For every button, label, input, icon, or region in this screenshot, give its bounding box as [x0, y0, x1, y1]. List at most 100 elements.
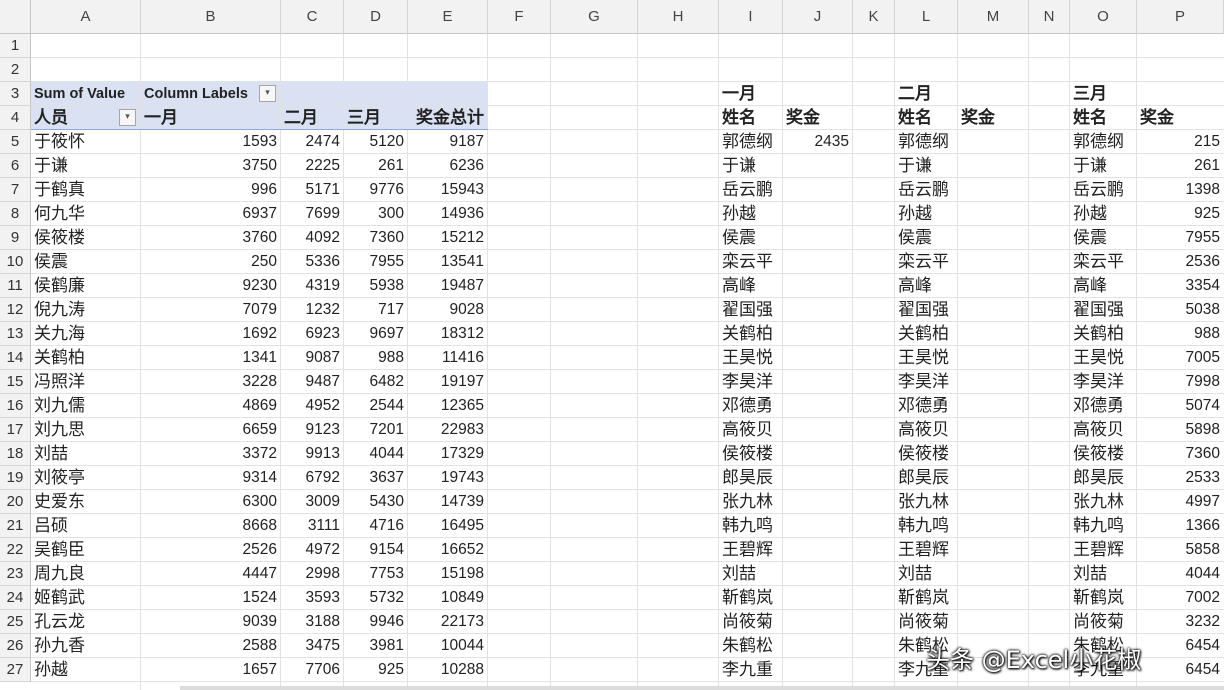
bonus-table-bonus-cell[interactable]	[783, 226, 853, 250]
bonus-table-bonus-cell[interactable]	[783, 442, 853, 466]
pivot-value-cell[interactable]: 15212	[408, 226, 488, 250]
bonus-table-name-cell[interactable]: 关鹤柏	[1070, 322, 1137, 346]
column-header-k[interactable]: K	[853, 0, 895, 34]
bonus-table-bonus-cell[interactable]	[958, 202, 1029, 226]
bonus-table-bonus-cell[interactable]: 1398	[1137, 178, 1224, 202]
bonus-table-name-cell[interactable]: 高峰	[895, 274, 958, 298]
bonus-table-bonus-cell[interactable]	[958, 130, 1029, 154]
bonus-table-bonus-cell[interactable]	[783, 274, 853, 298]
pivot-value-cell[interactable]: 4869	[141, 394, 281, 418]
bonus-table-name-cell[interactable]: 岳云鹏	[895, 178, 958, 202]
bonus-table-bonus-cell[interactable]	[783, 394, 853, 418]
pivot-row-name[interactable]: 于筱怀	[31, 130, 141, 154]
select-all-corner[interactable]	[0, 0, 31, 34]
bonus-table-name-cell[interactable]: 朱鹤松	[719, 634, 783, 658]
row-header-6[interactable]: 6	[0, 154, 31, 178]
bonus-table-name-cell[interactable]: 高峰	[1070, 274, 1137, 298]
pivot-value-cell[interactable]: 3009	[281, 490, 344, 514]
pivot-row-name[interactable]: 姬鹤武	[31, 586, 141, 610]
pivot-value-cell[interactable]: 3111	[281, 514, 344, 538]
pivot-row-name[interactable]: 侯震	[31, 250, 141, 274]
pivot-value-cell[interactable]: 6482	[344, 370, 408, 394]
bonus-table-bonus-cell[interactable]	[958, 562, 1029, 586]
bonus-table-name-cell[interactable]: 韩九鸣	[1070, 514, 1137, 538]
pivot-value-cell[interactable]: 261	[344, 154, 408, 178]
pivot-value-cell[interactable]: 6300	[141, 490, 281, 514]
column-header-a[interactable]: A	[31, 0, 141, 34]
bonus-table-name-cell[interactable]: 韩九鸣	[895, 514, 958, 538]
column-header-l[interactable]: L	[895, 0, 958, 34]
row-header-15[interactable]: 15	[0, 370, 31, 394]
pivot-value-cell[interactable]: 3475	[281, 634, 344, 658]
pivot-value-cell[interactable]: 13541	[408, 250, 488, 274]
pivot-value-cell[interactable]: 12365	[408, 394, 488, 418]
bonus-table-bonus-cell[interactable]	[958, 442, 1029, 466]
pivot-value-cell[interactable]: 7955	[344, 250, 408, 274]
bonus-table-name-cell[interactable]: 侯筱楼	[895, 442, 958, 466]
bonus-table-name-cell[interactable]: 侯筱楼	[1070, 442, 1137, 466]
bonus-table-name-cell[interactable]: 王昊悦	[895, 346, 958, 370]
pivot-sum-label[interactable]: Sum of Value	[31, 82, 125, 106]
bonus-table-bonus-cell[interactable]: 7002	[1137, 586, 1224, 610]
pivot-value-cell[interactable]: 9187	[408, 130, 488, 154]
bonus-table-name-cell[interactable]: 翟国强	[719, 298, 783, 322]
bonus-table-bonus-cell[interactable]	[783, 634, 853, 658]
bonus-table-name-cell[interactable]: 侯震	[895, 226, 958, 250]
pivot-value-cell[interactable]: 2474	[281, 130, 344, 154]
pivot-value-cell[interactable]: 19197	[408, 370, 488, 394]
bonus-table-bonus-cell[interactable]	[783, 610, 853, 634]
bonus-table-bonus-cell[interactable]	[783, 658, 853, 682]
bonus-table-bonus-cell[interactable]: 925	[1137, 202, 1224, 226]
row-header-16[interactable]: 16	[0, 394, 31, 418]
pivot-value-cell[interactable]: 3188	[281, 610, 344, 634]
bonus-table-bonus-cell[interactable]	[958, 610, 1029, 634]
bonus-table-bonus-cell[interactable]	[958, 178, 1029, 202]
pivot-value-cell[interactable]: 10288	[408, 658, 488, 682]
pivot-value-cell[interactable]: 3228	[141, 370, 281, 394]
bonus-table-bonus-cell[interactable]	[958, 490, 1029, 514]
bonus-table-name-cell[interactable]: 王碧辉	[719, 538, 783, 562]
bonus-table-name-cell[interactable]: 王碧辉	[1070, 538, 1137, 562]
pivot-value-cell[interactable]: 2998	[281, 562, 344, 586]
bonus-table-name-header[interactable]: 姓名	[895, 106, 958, 130]
pivot-value-cell[interactable]: 17329	[408, 442, 488, 466]
column-header-i[interactable]: I	[719, 0, 783, 34]
pivot-value-cell[interactable]: 1657	[141, 658, 281, 682]
bonus-table-name-cell[interactable]: 栾云平	[895, 250, 958, 274]
bonus-table-name-cell[interactable]: 靳鹤岚	[719, 586, 783, 610]
bonus-table-name-cell[interactable]: 侯震	[1070, 226, 1137, 250]
pivot-value-cell[interactable]: 1524	[141, 586, 281, 610]
pivot-value-cell[interactable]: 5938	[344, 274, 408, 298]
bonus-table-bonus-cell[interactable]: 2536	[1137, 250, 1224, 274]
pivot-value-cell[interactable]: 3760	[141, 226, 281, 250]
spreadsheet[interactable]: A B C D E F G H I J K L M N O P 1 2 3 4 5 6 7 8 9 10 11 12 13 14 15 16 1…	[0, 0, 1224, 690]
bonus-table-name-cell[interactable]: 侯筱楼	[719, 442, 783, 466]
bonus-table-bonus-cell[interactable]	[783, 322, 853, 346]
pivot-value-cell[interactable]: 7706	[281, 658, 344, 682]
pivot-value-cell[interactable]: 9028	[408, 298, 488, 322]
bonus-table-bonus-cell[interactable]	[958, 154, 1029, 178]
bonus-table-name-cell[interactable]: 郎昊辰	[719, 466, 783, 490]
bonus-table-bonus-cell[interactable]: 2533	[1137, 466, 1224, 490]
pivot-row-name[interactable]: 刘九儒	[31, 394, 141, 418]
bonus-table-bonus-cell[interactable]	[783, 466, 853, 490]
pivot-value-cell[interactable]: 3981	[344, 634, 408, 658]
bonus-table-bonus-cell[interactable]: 5074	[1137, 394, 1224, 418]
bonus-table-name-cell[interactable]: 郭德纲	[895, 130, 958, 154]
bonus-table-name-cell[interactable]: 关鹤柏	[719, 322, 783, 346]
bonus-table-bonus-cell[interactable]	[783, 298, 853, 322]
bonus-table-bonus-cell[interactable]: 215	[1137, 130, 1224, 154]
row-header-2[interactable]: 2	[0, 58, 31, 82]
column-labels-filter-dropdown[interactable]: ▾	[259, 85, 276, 102]
pivot-row-name[interactable]: 侯鹤廉	[31, 274, 141, 298]
row-header-11[interactable]: 11	[0, 274, 31, 298]
bonus-table-name-cell[interactable]: 张九林	[895, 490, 958, 514]
pivot-value-cell[interactable]: 925	[344, 658, 408, 682]
pivot-value-cell[interactable]: 4044	[344, 442, 408, 466]
bonus-table-name-cell[interactable]: 李昊洋	[895, 370, 958, 394]
bonus-table-name-cell[interactable]: 高筱贝	[1070, 418, 1137, 442]
bonus-table-bonus-cell[interactable]: 7998	[1137, 370, 1224, 394]
pivot-value-cell[interactable]: 9314	[141, 466, 281, 490]
pivot-value-cell[interactable]: 2225	[281, 154, 344, 178]
pivot-row-name[interactable]: 吕硕	[31, 514, 141, 538]
